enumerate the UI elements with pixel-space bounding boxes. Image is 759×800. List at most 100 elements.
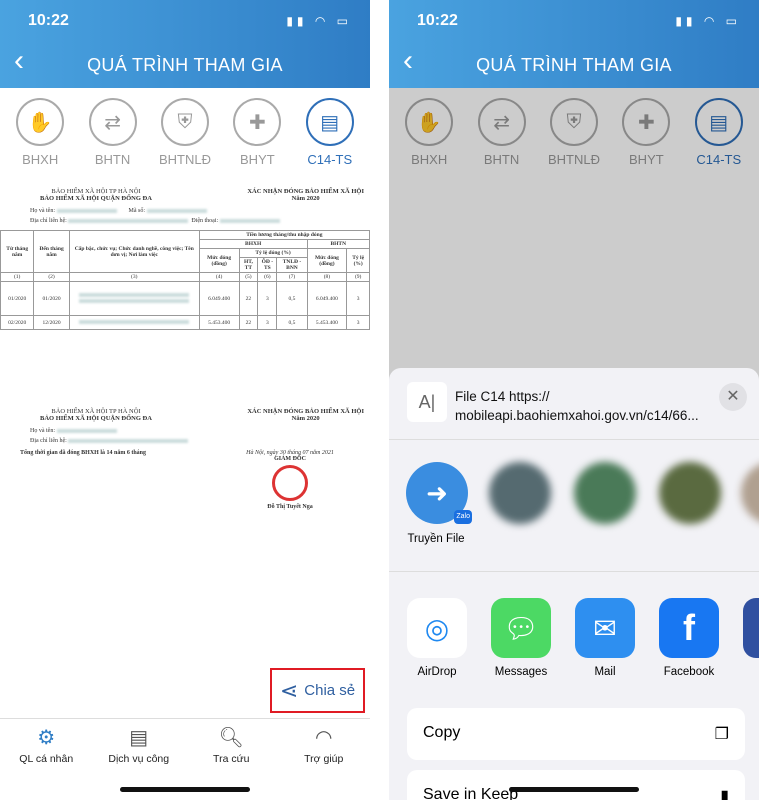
facebook-icon: f: [659, 598, 719, 658]
zalo-transfer-icon[interactable]: ➜ Zalo: [406, 462, 472, 524]
contact-avatar[interactable]: [741, 462, 759, 524]
th: BHTN: [306, 239, 370, 249]
tab-public-service[interactable]: ▤ Dịch vụ công: [94, 725, 184, 765]
c14-document: BẢO HIỂM XÃ HỘI TP HÀ NỘI BẢO HIỂM XÃ HỘI…: [0, 188, 370, 510]
org-name: BẢO HIỂM XÃ HỘI TP HÀ NỘI: [51, 408, 141, 415]
clipboard-icon: ▤: [129, 727, 149, 749]
table-row: 02/2020 12/2020 5.453.400 22 3 0,5 5.453.400 3: [0, 315, 370, 330]
share-icon: ⋖: [279, 677, 299, 703]
tab-c14-ts[interactable]: ▤ C14-TS: [295, 98, 365, 180]
total-duration: Tổng thời gian đã đóng BHXH là 14 năm 6 …: [20, 450, 147, 456]
org-district: BẢO HIỂM XÃ HỘI QUẬN ĐỐNG ĐA: [40, 195, 152, 202]
tab-label: C14-TS: [307, 152, 353, 167]
tab-bhtn[interactable]: ⇄ BHTN: [78, 98, 148, 180]
tab-lookup[interactable]: 🔍︎ Tra cứu: [186, 725, 276, 765]
copy-action[interactable]: Copy ❐: [407, 708, 745, 760]
td: (9): [346, 272, 370, 282]
td: 5.453.400: [306, 315, 348, 330]
tab-bhxh[interactable]: ✋ BHXH: [5, 98, 75, 180]
airdrop-icon: ◎: [407, 598, 467, 658]
zalo-label: Truyền File: [407, 533, 465, 545]
left-screen: 10:22 ▮▮ ◠ ▭ ‹ QUÁ TRÌNH THAM GIA ✋ BHXH …: [0, 0, 370, 800]
action-label: Copy: [423, 724, 461, 741]
text-file-icon: A|: [407, 382, 447, 422]
app-messages[interactable]: 💬︎ Messages: [491, 598, 551, 678]
home-indicator: [509, 787, 639, 792]
tab-help[interactable]: ◠ Trợ giúp: [279, 725, 369, 765]
home-indicator: [120, 787, 250, 792]
tab-personal[interactable]: ⚙ QL cá nhân: [1, 725, 91, 765]
td: 12/2020: [33, 315, 70, 330]
th: TNLĐ -BNN: [276, 257, 308, 273]
app-airdrop[interactable]: ◎ AirDrop: [407, 598, 467, 678]
contact-avatar[interactable]: [489, 462, 551, 524]
addr-label: Địa chỉ liên hệ:: [30, 218, 67, 224]
contribution-table: Từ tháng năm Đến tháng năm Cấp bậc, chức v…: [0, 230, 370, 330]
globe-search-icon: 🔍︎: [218, 727, 244, 749]
page-title: QUÁ TRÌNH THAM GIA: [87, 55, 283, 75]
zalo-badge: Zalo: [454, 510, 472, 524]
td: 3: [346, 281, 370, 316]
tab-label: Tra cứu: [213, 753, 250, 765]
contact-avatar[interactable]: [574, 462, 636, 524]
app-label: Messages: [494, 666, 548, 678]
doc-heading: XÁC NHẬN ĐÓNG BẢO HIỂM XÃ HỘI: [247, 408, 364, 415]
worker-shield-icon: ⛨: [160, 98, 209, 146]
page-title: QUÁ TRÌNH THAM GIA: [476, 55, 672, 75]
messages-icon: 💬︎: [491, 598, 551, 658]
tab-bhtnld[interactable]: ⛨ BHTNLĐ: [150, 98, 220, 180]
tab-bhyt[interactable]: ✚ BHYT: [222, 98, 292, 180]
name-label: Họ và tên:: [30, 428, 55, 434]
td: 01/2020: [0, 281, 35, 316]
share-url: mobileapi.baohiemxahoi.gov.vn/c14/66...: [455, 408, 699, 423]
header: 10:22 ▮▮ ◠ ▭ ‹ QUÁ TRÌNH THAM GIA: [389, 0, 759, 88]
signer-name: Đỗ Thị Tuyết Nga: [267, 504, 313, 510]
td: 22: [238, 315, 259, 330]
save-in-keep-action[interactable]: Save in Keep ▮: [407, 770, 745, 800]
td: 3: [257, 315, 278, 330]
right-screen: 10:22 ▮▮ ◠ ▭ ‹ QUÁ TRÌNH THAM GIA ✋ BHXH …: [389, 0, 759, 800]
share-sheet: A| File C14 https:// mobileapi.baohiemxah…: [389, 368, 759, 800]
th: HT, TT: [238, 257, 259, 273]
share-button[interactable]: ⋖ Chia sẻ: [270, 668, 365, 713]
th: ÔĐ -TS: [257, 257, 278, 273]
close-button[interactable]: ✕: [719, 383, 747, 411]
status-icons: ▮▮ ◠ ▭: [675, 14, 741, 28]
td: 3: [257, 281, 278, 316]
th: Đến tháng năm: [33, 230, 70, 273]
app-label: Mail: [594, 666, 616, 678]
contact-avatar[interactable]: [659, 462, 721, 524]
people-exchange-icon: ⇄: [88, 98, 137, 146]
bookmark-icon: ▮: [720, 788, 729, 800]
td: 5.453.400: [198, 315, 240, 330]
table-row: 01/2020 01/2020 6.049.400 22 3 0,5 6.049.400 3: [0, 281, 370, 316]
tab-label: BHTN: [94, 152, 131, 167]
status-time: 10:22: [28, 12, 69, 29]
org-name: BẢO HIỂM XÃ HỘI TP HÀ NỘI: [51, 188, 141, 195]
app-facebook[interactable]: f Facebook: [659, 598, 719, 678]
app-mail[interactable]: ✉ Mail: [575, 598, 635, 678]
td: 0,5: [276, 281, 308, 316]
tab-label: BHXH: [22, 152, 59, 167]
doc-year: Năm 2020: [291, 195, 320, 202]
td: 3: [346, 315, 370, 330]
share-title: File C14 https://: [455, 389, 550, 404]
th: Tiền lương tháng/thu nhập đóng: [198, 230, 370, 240]
app-icon: [743, 598, 759, 658]
doc-heading: XÁC NHẬN ĐÓNG BẢO HIỂM XÃ HỘI: [247, 188, 364, 195]
td: 0,5: [276, 315, 308, 330]
status-icons: ▮▮ ◠ ▭: [286, 14, 352, 28]
td: (6): [257, 272, 278, 282]
addr-label: Địa chỉ liên hệ:: [30, 438, 67, 444]
td: (1): [0, 272, 35, 282]
mail-icon: ✉: [575, 598, 635, 658]
app-more[interactable]: N: [743, 598, 759, 678]
phone-label: Điện thoại:: [191, 218, 219, 224]
td: (8): [306, 272, 348, 282]
contacts-row: ➜ Zalo Truyền File: [389, 440, 759, 572]
doc-year: Năm 2020: [291, 415, 320, 422]
action-label: Save in Keep: [423, 786, 519, 800]
code-label: Mã số:: [128, 208, 146, 214]
th: Mức đóng (đồng): [198, 248, 240, 273]
td: (4): [198, 272, 240, 282]
